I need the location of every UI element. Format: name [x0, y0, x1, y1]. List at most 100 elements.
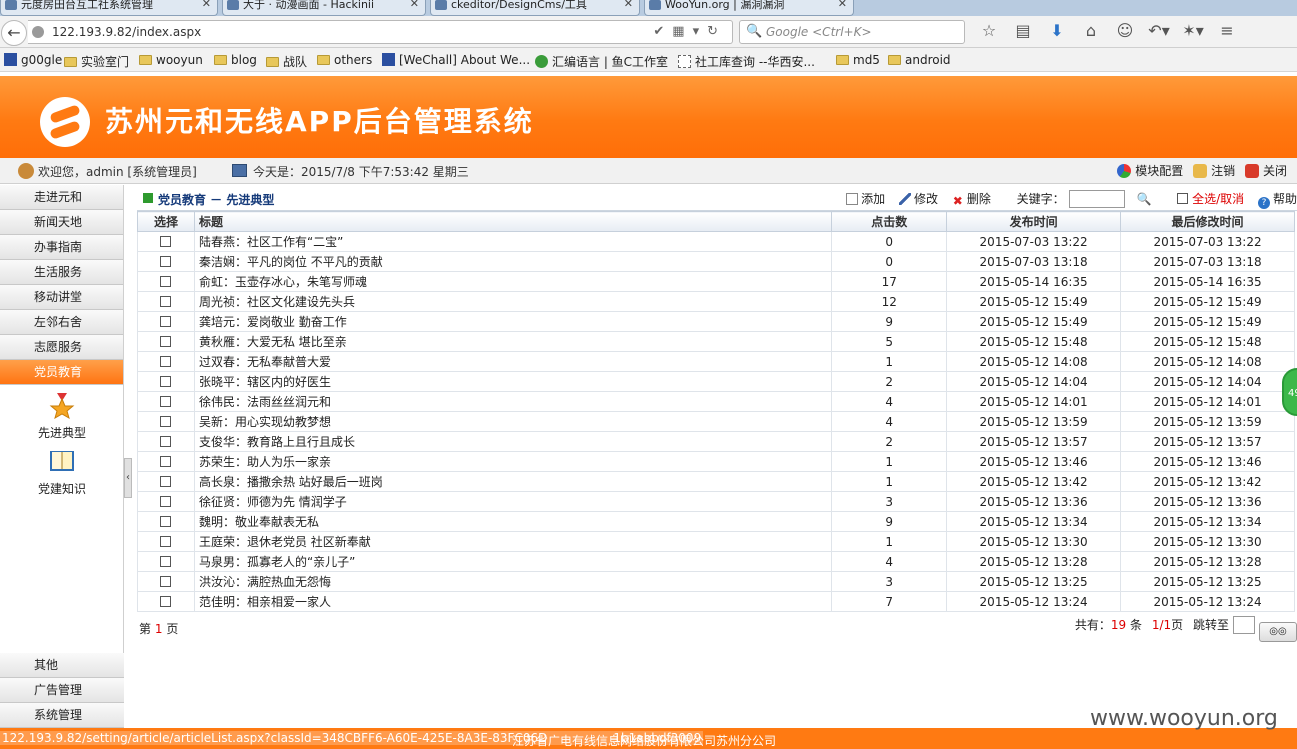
table-row[interactable]: 王庭荣：退休老党员 社区新奉献 1 2015-05-12 13:30 2015-05-…: [137, 531, 1295, 552]
row-select-cell[interactable]: [137, 351, 195, 372]
sidebar-bottom-item[interactable]: 广告管理: [0, 678, 124, 703]
download-icon[interactable]: ⬇: [1040, 21, 1074, 40]
logout-link[interactable]: 注销: [1193, 164, 1235, 178]
search-bar[interactable]: 🔍 Google <Ctrl+K>: [739, 20, 965, 44]
jump-page-input[interactable]: [1233, 616, 1255, 634]
table-row[interactable]: 范佳明：相亲相爱一家人 7 2015-05-12 13:24 2015-05-12 1…: [137, 591, 1295, 612]
sidebar-item[interactable]: 党员教育: [0, 360, 123, 385]
row-select-cell[interactable]: [137, 551, 195, 572]
row-title[interactable]: 范佳明：相亲相爱一家人: [193, 591, 833, 612]
table-row[interactable]: 秦洁娴：平凡的岗位 不平凡的贡献 0 2015-07-03 13:18 2015-07…: [137, 251, 1295, 272]
row-title[interactable]: 苏荣生：助人为乐一家亲: [193, 451, 833, 472]
tab-close-icon[interactable]: ✕: [624, 0, 633, 9]
tab-close-icon[interactable]: ✕: [838, 0, 847, 9]
bookmark-item[interactable]: others: [317, 53, 372, 67]
row-title[interactable]: 马泉男：孤寡老人的“亲儿子”: [193, 551, 833, 572]
sidebar-item[interactable]: 新闻天地: [0, 210, 123, 235]
close-link[interactable]: 关闭: [1244, 164, 1287, 178]
edit-button[interactable]: 修改: [898, 190, 938, 207]
table-row[interactable]: 徐伟民：法雨丝丝润元和 4 2015-05-12 14:01 2015-05-12 1…: [137, 391, 1295, 412]
row-select-cell[interactable]: [137, 431, 195, 452]
row-select-cell[interactable]: [137, 331, 195, 352]
row-checkbox[interactable]: [160, 255, 172, 267]
row-title[interactable]: 吴新：用心实现幼教梦想: [193, 411, 833, 432]
sidebar-sub-item-advanced[interactable]: 先进典型: [0, 389, 124, 441]
row-select-cell[interactable]: [137, 291, 195, 312]
row-checkbox[interactable]: [160, 395, 172, 407]
row-title[interactable]: 高长泉：播撒余热 站好最后一班岗: [193, 471, 833, 492]
row-checkbox[interactable]: [160, 335, 172, 347]
module-config-link[interactable]: 模块配置: [1117, 164, 1183, 178]
sidebar-item[interactable]: 移动讲堂: [0, 285, 123, 310]
sidebar-item[interactable]: 志愿服务: [0, 335, 123, 360]
table-row[interactable]: 魏明：敬业奉献表无私 9 2015-05-12 13:34 2015-05-12 13…: [137, 511, 1295, 532]
row-checkbox[interactable]: [160, 595, 172, 607]
row-title[interactable]: 黄秋雁：大爱无私 堪比至亲: [193, 331, 833, 352]
row-title[interactable]: 张晓平：辖区内的好医生: [193, 371, 833, 392]
row-checkbox[interactable]: [160, 355, 172, 367]
row-select-cell[interactable]: [137, 231, 195, 252]
sidebar-item[interactable]: 走进元和: [0, 185, 123, 210]
table-row[interactable]: 苏荣生：助人为乐一家亲 1 2015-05-12 13:46 2015-05-12 1…: [137, 451, 1295, 472]
bookmark-item[interactable]: 战队: [266, 53, 307, 70]
row-select-cell[interactable]: [137, 531, 195, 552]
row-checkbox[interactable]: [160, 315, 172, 327]
sidebar-item[interactable]: 生活服务: [0, 260, 123, 285]
row-checkbox[interactable]: [160, 235, 172, 247]
row-select-cell[interactable]: [137, 571, 195, 592]
go-button[interactable]: ◎◎: [1259, 622, 1297, 642]
row-checkbox[interactable]: [160, 455, 172, 467]
tab-close-icon[interactable]: ✕: [410, 0, 419, 9]
bookmark-item[interactable]: wooyun: [139, 53, 203, 67]
bookmark-item[interactable]: md5: [836, 53, 880, 67]
select-all-toggle[interactable]: 全选/取消: [1177, 190, 1244, 207]
table-row[interactable]: 洪汝沁：满腔热血无怨悔 3 2015-05-12 13:25 2015-05-12 1…: [137, 571, 1295, 592]
row-select-cell[interactable]: [137, 451, 195, 472]
extension-icon[interactable]: ✶▾: [1176, 21, 1210, 40]
row-checkbox[interactable]: [160, 275, 172, 287]
row-checkbox[interactable]: [160, 435, 172, 447]
bookmark-item[interactable]: blog: [214, 53, 257, 67]
row-select-cell[interactable]: [137, 271, 195, 292]
browser-tab[interactable]: ckeditor/DesignCms/工具 ✕: [430, 0, 640, 16]
sidebar-collapse-handle[interactable]: ‹: [124, 458, 132, 498]
sidebar-sub-item-knowledge[interactable]: 党建知识: [0, 445, 124, 497]
sidebar-item[interactable]: 办事指南: [0, 235, 123, 260]
row-title[interactable]: 过双春：无私奉献普大爱: [193, 351, 833, 372]
keyword-input[interactable]: [1068, 190, 1125, 208]
row-title[interactable]: 俞虹：玉壶存冰心，朱笔写师魂: [193, 271, 833, 292]
row-title[interactable]: 徐伟民：法雨丝丝润元和: [193, 391, 833, 412]
row-title[interactable]: 秦洁娴：平凡的岗位 不平凡的贡献: [193, 251, 833, 272]
row-title[interactable]: 徐征贤：师德为先 情润学子: [193, 491, 833, 512]
floating-badge[interactable]: 49: [1282, 368, 1297, 416]
row-select-cell[interactable]: [137, 511, 195, 532]
browser-tab[interactable]: WooYun.org | 漏洞漏洞 ✕: [644, 0, 854, 16]
table-row[interactable]: 龚培元：爱岗敬业 勤奋工作 9 2015-05-12 15:49 2015-05-12…: [137, 311, 1295, 332]
tab-close-icon[interactable]: ✕: [202, 0, 211, 9]
row-select-cell[interactable]: [137, 391, 195, 412]
url-text[interactable]: 122.193.9.82/index.aspx: [52, 25, 201, 39]
select-all-checkbox[interactable]: [1177, 193, 1189, 204]
row-checkbox[interactable]: [160, 535, 172, 547]
table-row[interactable]: 徐征贤：师德为先 情润学子 3 2015-05-12 13:36 2015-05-12…: [137, 491, 1295, 512]
row-title[interactable]: 陆春燕：社区工作有“二宝”: [193, 231, 833, 252]
row-title[interactable]: 支俊华：教育路上且行且成长: [193, 431, 833, 452]
row-select-cell[interactable]: [137, 371, 195, 392]
row-select-cell[interactable]: [137, 471, 195, 492]
sidebar-bottom-item[interactable]: 系统管理: [0, 703, 124, 728]
bookmark-item[interactable]: 汇编语言 | 鱼C工作室: [535, 53, 668, 70]
row-checkbox[interactable]: [160, 475, 172, 487]
table-row[interactable]: 过双春：无私奉献普大爱 1 2015-05-12 14:08 2015-05-12 1…: [137, 351, 1295, 372]
row-select-cell[interactable]: [137, 311, 195, 332]
table-row[interactable]: 黄秋雁：大爱无私 堪比至亲 5 2015-05-12 15:48 2015-05-12…: [137, 331, 1295, 352]
bookmark-item[interactable]: 实验室门: [64, 53, 129, 70]
bookmark-item[interactable]: 社工库查询 --华西安...: [678, 53, 815, 70]
home-icon[interactable]: ⌂: [1074, 21, 1108, 40]
help-button[interactable]: ? 帮助: [1257, 190, 1297, 209]
row-title[interactable]: 王庭荣：退休老党员 社区新奉献: [193, 531, 833, 552]
row-checkbox[interactable]: [160, 495, 172, 507]
sidebar-item[interactable]: 左邻右舍: [0, 310, 123, 335]
smiley-icon[interactable]: ☺: [1108, 21, 1142, 40]
bookmark-star-icon[interactable]: ☆: [972, 21, 1006, 40]
row-title[interactable]: 周光祯：社区文化建设先头兵: [193, 291, 833, 312]
